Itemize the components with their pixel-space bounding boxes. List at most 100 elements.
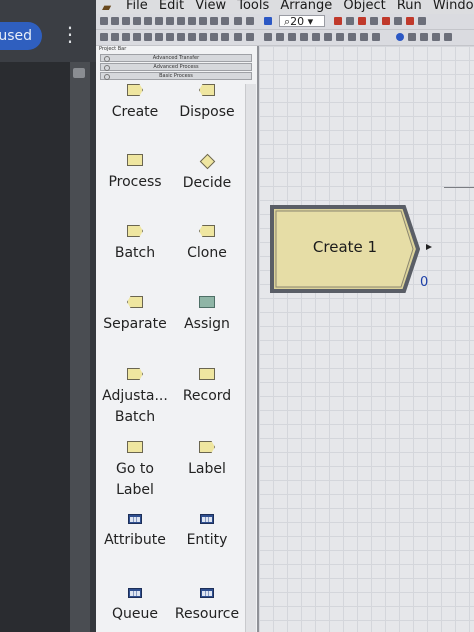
module-label: Clone bbox=[187, 245, 227, 261]
arc-icon[interactable] bbox=[122, 33, 130, 41]
align-icon[interactable] bbox=[288, 33, 296, 41]
status-pill[interactable]: used bbox=[0, 22, 42, 50]
fill-color-icon[interactable] bbox=[199, 33, 207, 41]
module-label[interactable]: Label bbox=[174, 441, 240, 480]
bring-front-icon[interactable] bbox=[336, 33, 344, 41]
flip-icon[interactable] bbox=[360, 33, 368, 41]
distribute-icon[interactable] bbox=[300, 33, 308, 41]
module-label: Label bbox=[188, 461, 226, 477]
background-color-icon[interactable] bbox=[221, 33, 229, 41]
polyline-icon[interactable] bbox=[111, 33, 119, 41]
menu-tools[interactable]: Tools bbox=[237, 0, 269, 13]
module-separate[interactable]: Separate bbox=[102, 296, 168, 335]
redo-icon[interactable] bbox=[199, 17, 207, 25]
module-clone[interactable]: Clone bbox=[174, 225, 240, 264]
text-color-icon[interactable] bbox=[210, 33, 218, 41]
flowchart-icon[interactable] bbox=[334, 17, 342, 25]
cut-icon[interactable] bbox=[155, 17, 163, 25]
view-region-icon[interactable] bbox=[264, 17, 272, 25]
rotate-icon[interactable] bbox=[372, 33, 380, 41]
module-attribute[interactable]: Attribute bbox=[102, 514, 168, 551]
left-app-scroll-thumb[interactable] bbox=[73, 68, 85, 78]
zoom-out-icon[interactable] bbox=[246, 17, 254, 25]
module-queue[interactable]: Queue bbox=[102, 588, 168, 625]
module-goto-label[interactable]: Go to Label bbox=[102, 441, 168, 501]
module-record[interactable]: Record bbox=[174, 368, 240, 407]
arrow-style-icon[interactable] bbox=[264, 33, 272, 41]
module-assign[interactable]: Assign bbox=[174, 296, 240, 335]
module-adjustable-batch[interactable]: Adjusta... Batch bbox=[102, 368, 168, 428]
module-label: Batch bbox=[114, 245, 156, 261]
paste-icon[interactable] bbox=[177, 17, 185, 25]
label-module-icon bbox=[199, 441, 215, 453]
connect-icon[interactable] bbox=[210, 17, 218, 25]
line-style-icon[interactable] bbox=[246, 33, 254, 41]
curve-icon[interactable] bbox=[133, 33, 141, 41]
menu-object[interactable]: Object bbox=[343, 0, 385, 13]
step-icon[interactable] bbox=[408, 33, 416, 41]
separate-module-icon bbox=[127, 296, 143, 308]
text-icon[interactable] bbox=[177, 33, 185, 41]
save-icon[interactable] bbox=[122, 17, 130, 25]
project-bar-scrollbar[interactable] bbox=[245, 84, 256, 632]
dispose-module-icon bbox=[199, 84, 215, 96]
route-icon[interactable] bbox=[358, 17, 366, 25]
line-icon[interactable] bbox=[100, 33, 108, 41]
send-back-icon[interactable] bbox=[348, 33, 356, 41]
exit-point-arrow-icon[interactable] bbox=[426, 244, 432, 250]
panel-advanced-process[interactable]: Advanced Process bbox=[100, 63, 252, 71]
zoom-in-icon[interactable] bbox=[234, 17, 242, 25]
layers-icon[interactable] bbox=[221, 17, 229, 25]
model-canvas[interactable] bbox=[259, 46, 474, 632]
fill-pattern-icon[interactable] bbox=[276, 33, 284, 41]
split-icon[interactable] bbox=[346, 17, 354, 25]
print-preview-icon[interactable] bbox=[144, 17, 152, 25]
undo-icon[interactable] bbox=[188, 17, 196, 25]
print-icon[interactable] bbox=[133, 17, 141, 25]
menu-edit[interactable]: Edit bbox=[159, 0, 184, 13]
ungroup-icon[interactable] bbox=[324, 33, 332, 41]
canvas-edge-line bbox=[444, 187, 474, 188]
line-width-icon[interactable] bbox=[234, 33, 242, 41]
zoom-value: 20 bbox=[290, 15, 305, 28]
module-create[interactable]: Create bbox=[102, 84, 168, 123]
stop-icon[interactable] bbox=[406, 17, 414, 25]
zoom-level-field[interactable]: ⌕20 ▾ bbox=[279, 15, 325, 28]
pointer-icon[interactable] bbox=[370, 17, 378, 25]
polygon-icon[interactable] bbox=[166, 33, 174, 41]
group-icon[interactable] bbox=[312, 33, 320, 41]
new-file-icon[interactable] bbox=[100, 17, 108, 25]
menu-arrange[interactable]: Arrange bbox=[280, 0, 332, 13]
fast-forward-icon[interactable] bbox=[420, 33, 428, 41]
module-entity[interactable]: Entity bbox=[174, 514, 240, 551]
menu-view[interactable]: View bbox=[195, 0, 226, 13]
plot-icon[interactable] bbox=[418, 17, 426, 25]
ellipse-icon[interactable] bbox=[155, 33, 163, 41]
module-process[interactable]: Process bbox=[102, 154, 168, 193]
module-resource[interactable]: Resource bbox=[174, 588, 240, 625]
rectangle-icon[interactable] bbox=[144, 33, 152, 41]
module-decide[interactable]: Decide bbox=[174, 153, 240, 194]
module-batch[interactable]: Batch bbox=[102, 225, 168, 264]
create-module-block[interactable]: Create 1 bbox=[270, 205, 421, 293]
end-icon[interactable] bbox=[444, 33, 452, 41]
station-icon[interactable] bbox=[394, 17, 402, 25]
line-color-icon[interactable] bbox=[188, 33, 196, 41]
more-options-icon[interactable]: ⋮ bbox=[60, 24, 80, 44]
menu-window[interactable]: Window bbox=[433, 0, 474, 13]
panel-advanced-transfer[interactable]: Advanced Transfer bbox=[100, 54, 252, 62]
pause-icon[interactable] bbox=[432, 33, 440, 41]
module-dispose[interactable]: Dispose bbox=[174, 84, 240, 123]
left-app-scrollbar[interactable] bbox=[70, 62, 90, 632]
panel-label: Basic Process bbox=[159, 73, 193, 79]
animate-icon[interactable] bbox=[382, 17, 390, 25]
open-file-icon[interactable] bbox=[111, 17, 119, 25]
clone-module-icon bbox=[199, 225, 215, 237]
run-go-icon[interactable] bbox=[396, 33, 404, 41]
panel-basic-process[interactable]: Basic Process bbox=[100, 72, 252, 80]
menu-file[interactable]: File bbox=[126, 0, 148, 13]
menu-bar: ▰ File Edit View Tools Arrange Object Ru… bbox=[96, 0, 474, 14]
copy-icon[interactable] bbox=[166, 17, 174, 25]
menu-run[interactable]: Run bbox=[397, 0, 422, 13]
module-label: Go to Label bbox=[116, 461, 154, 498]
